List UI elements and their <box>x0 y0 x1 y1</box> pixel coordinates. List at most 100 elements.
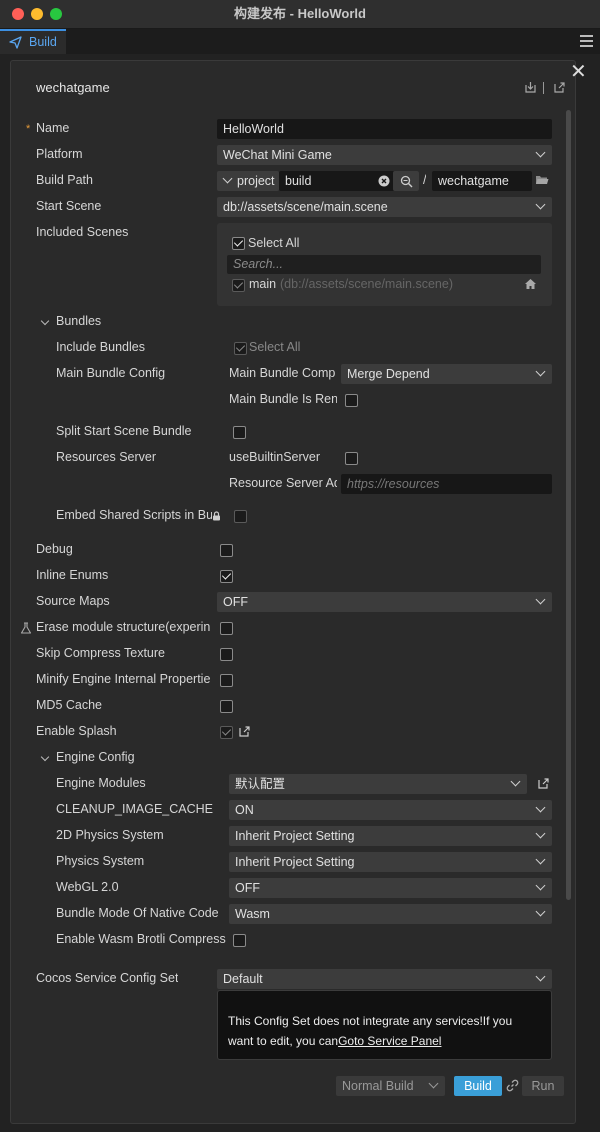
md5-cache-checkbox[interactable] <box>220 700 233 713</box>
build-path-root-select[interactable]: project <box>217 171 279 191</box>
debug-checkbox[interactable] <box>220 544 233 557</box>
export-icon[interactable] <box>553 81 566 94</box>
scene-main-checkbox[interactable] <box>232 279 245 292</box>
bundle-mode-native-select[interactable]: Wasm <box>229 904 552 924</box>
scrollbar-thumb[interactable] <box>566 110 571 900</box>
build-path-folder-input[interactable]: wechatgame <box>432 171 532 191</box>
webgl2-value: OFF <box>235 881 260 895</box>
hamburger-menu-icon[interactable] <box>580 35 593 50</box>
include-bundles-checkbox[interactable] <box>234 342 247 355</box>
erase-module-checkbox[interactable] <box>220 622 233 635</box>
service-config-value: Default <box>223 972 263 986</box>
chevron-down-icon <box>535 906 546 917</box>
build-path-root-value: project <box>237 174 275 188</box>
service-info-text: This Config Set does not integrate any s… <box>228 1011 538 1051</box>
cleanup-image-cache-select[interactable]: ON <box>229 800 552 820</box>
scene-main-name: main <box>249 277 277 291</box>
build-button[interactable]: Build <box>454 1076 502 1096</box>
clear-icon[interactable] <box>378 175 390 187</box>
main-bundle-comp-select[interactable]: Merge Depend <box>341 364 552 384</box>
chevron-down-icon <box>535 199 546 210</box>
embed-shared-scripts-checkbox[interactable] <box>234 510 247 523</box>
service-info-box: This Config Set does not integrate any s… <box>217 990 552 1060</box>
inline-enums-checkbox[interactable] <box>220 570 233 583</box>
physics-system-select[interactable]: Inherit Project Setting <box>229 852 552 872</box>
debug-label: Debug <box>36 542 73 556</box>
resource-server-addr-input[interactable]: https://resources <box>341 474 552 494</box>
split-start-scene-checkbox[interactable] <box>233 426 246 439</box>
external-edit-icon[interactable] <box>537 777 550 790</box>
search-folder-button[interactable] <box>393 171 419 191</box>
select-all-scenes-label: Select All <box>248 236 300 250</box>
embed-shared-scripts-label: Embed Shared Scripts in Bu <box>56 508 212 522</box>
chevron-down-icon <box>535 366 546 377</box>
tab-build-label: Build <box>29 35 57 49</box>
minify-checkbox[interactable] <box>220 674 233 687</box>
run-button[interactable]: Run <box>522 1076 564 1096</box>
main-bundle-comp-value: Merge Depend <box>347 367 430 381</box>
home-icon[interactable] <box>524 278 537 290</box>
source-maps-label: Source Maps <box>36 594 110 608</box>
engine-modules-label: Engine Modules <box>56 776 146 790</box>
chevron-down-icon <box>535 147 546 158</box>
physics-system-label: Physics System <box>56 854 145 868</box>
webgl2-label: WebGL 2.0 <box>56 880 119 894</box>
inline-enums-label: Inline Enums <box>36 568 109 582</box>
physics-2d-select[interactable]: Inherit Project Setting <box>229 826 552 846</box>
physics-system-value: Inherit Project Setting <box>235 855 355 869</box>
chevron-down-icon <box>535 971 546 982</box>
service-config-select[interactable]: Default <box>217 969 552 989</box>
select-all-scenes-checkbox[interactable] <box>232 237 245 250</box>
engine-config-section-label[interactable]: Engine Config <box>56 750 135 764</box>
start-scene-value: db://assets/scene/main.scene <box>223 200 388 214</box>
service-config-label: Cocos Service Config Set <box>36 971 179 985</box>
wasm-brotli-checkbox[interactable] <box>233 934 246 947</box>
flask-icon <box>20 622 32 634</box>
panel-platform-header: wechatgame <box>36 80 110 95</box>
skip-compress-checkbox[interactable] <box>220 648 233 661</box>
resources-server-label: Resources Server <box>56 450 157 464</box>
external-edit-icon[interactable] <box>238 725 251 738</box>
cleanup-image-cache-value: ON <box>235 803 254 817</box>
name-input[interactable]: HelloWorld <box>217 119 552 139</box>
use-builtin-server-label: useBuiltinServer <box>229 450 321 464</box>
bundle-mode-native-value: Wasm <box>235 907 270 921</box>
source-maps-select[interactable]: OFF <box>217 592 552 612</box>
required-marker: * <box>26 123 31 135</box>
source-maps-value: OFF <box>223 595 248 609</box>
chevron-down-icon <box>510 776 521 787</box>
import-icon[interactable] <box>524 81 537 94</box>
tab-build[interactable]: Build <box>0 29 66 54</box>
build-path-input-value: build <box>285 174 312 188</box>
enable-splash-checkbox[interactable] <box>220 726 233 739</box>
erase-module-label: Erase module structure(experin <box>36 620 211 634</box>
close-panel-icon[interactable]: ✕ <box>570 62 587 82</box>
main-bundle-remote-checkbox[interactable] <box>345 394 358 407</box>
include-bundles-value: Select All <box>249 340 301 354</box>
window-title: 构建发布 - HelloWorld <box>234 6 366 21</box>
minify-label: Minify Engine Internal Propertie <box>36 672 211 686</box>
engine-modules-select[interactable]: 默认配置 <box>229 774 527 794</box>
skip-compress-label: Skip Compress Texture <box>36 646 165 660</box>
include-bundles-label: Include Bundles <box>56 340 145 354</box>
scene-main-path: (db://assets/scene/main.scene) <box>280 277 453 291</box>
chevron-down-icon <box>428 1078 439 1089</box>
platform-select-value: WeChat Mini Game <box>223 148 332 162</box>
scene-search-input[interactable]: Search... <box>227 255 541 274</box>
start-scene-select[interactable]: db://assets/scene/main.scene <box>217 197 552 217</box>
use-builtin-server-checkbox[interactable] <box>345 452 358 465</box>
goto-service-panel-link[interactable]: Goto Service Panel <box>338 1034 441 1048</box>
bundles-section-label[interactable]: Bundles <box>56 314 101 328</box>
window-titlebar: 构建发布 - HelloWorld <box>0 0 600 29</box>
resource-server-addr-label: Resource Server Ad <box>229 476 337 490</box>
build-mode-select[interactable]: Normal Build <box>336 1076 445 1096</box>
main-bundle-config-label: Main Bundle Config <box>56 366 166 380</box>
chevron-down-icon <box>535 802 546 813</box>
link-icon[interactable] <box>506 1079 519 1092</box>
platform-select[interactable]: WeChat Mini Game <box>217 145 552 165</box>
webgl2-select[interactable]: OFF <box>229 878 552 898</box>
open-folder-icon[interactable] <box>535 174 549 186</box>
enable-splash-label: Enable Splash <box>36 724 117 738</box>
chevron-down-icon <box>535 594 546 605</box>
build-mode-value: Normal Build <box>342 1079 414 1093</box>
